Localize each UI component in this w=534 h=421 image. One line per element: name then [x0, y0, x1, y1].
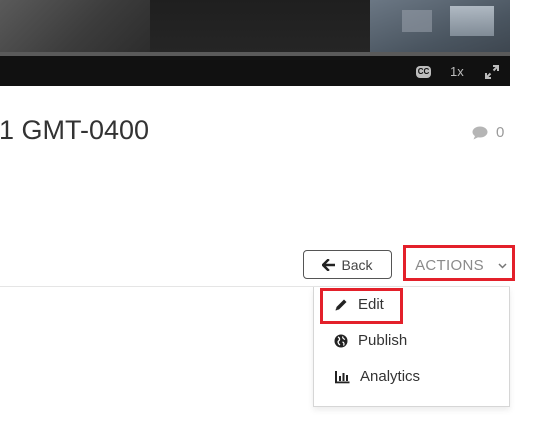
- bar-chart-icon: [335, 370, 350, 383]
- chevron-down-icon: [498, 262, 507, 269]
- back-button[interactable]: Back: [303, 250, 392, 279]
- closed-captions-icon[interactable]: CC: [416, 66, 431, 78]
- actions-dropdown-button[interactable]: ACTIONS: [409, 251, 513, 280]
- playback-speed-button[interactable]: 1x: [450, 64, 464, 80]
- video-control-bar: [0, 56, 510, 86]
- menu-item-label: Edit: [358, 296, 384, 313]
- video-frame-middle: [150, 0, 370, 60]
- video-player[interactable]: CC 1x: [0, 0, 510, 86]
- comment-icon: [472, 126, 488, 139]
- fullscreen-icon[interactable]: [484, 64, 500, 80]
- menu-item-publish[interactable]: Publish: [334, 332, 407, 349]
- back-button-label: Back: [341, 256, 373, 273]
- menu-item-label: Analytics: [360, 368, 421, 385]
- globe-icon: [334, 334, 348, 347]
- actions-menu: Edit Publish Analytics: [313, 287, 510, 407]
- video-frame-highlight: [402, 10, 432, 32]
- comment-count-value: 0: [496, 124, 505, 141]
- menu-item-label: Publish: [358, 332, 408, 349]
- comment-count[interactable]: 0: [472, 124, 504, 141]
- pencil-icon: [335, 299, 347, 310]
- video-frame-highlight: [450, 6, 494, 36]
- video-frame-left: [0, 0, 150, 60]
- actions-button-label: ACTIONS: [415, 257, 484, 274]
- menu-item-edit[interactable]: Edit: [334, 296, 384, 313]
- menu-item-analytics[interactable]: Analytics: [334, 368, 420, 385]
- page-title: 1 GMT-0400: [0, 115, 150, 145]
- arrow-left-icon: [322, 258, 336, 271]
